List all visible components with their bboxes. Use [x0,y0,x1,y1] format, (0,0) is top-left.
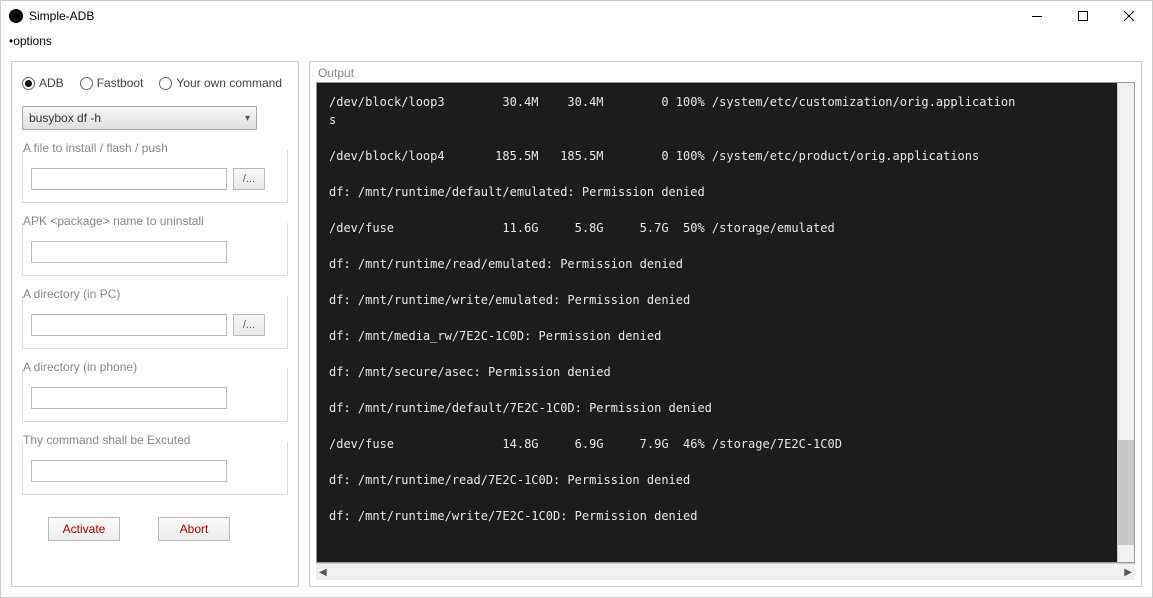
radio-icon [80,77,93,90]
maximize-icon [1078,11,1088,21]
group-cmd [22,442,288,495]
horizontal-scrollbar[interactable]: ◀ ▶ [316,563,1135,580]
group-dir-pc: /... [22,296,288,349]
custom-command-input[interactable] [31,460,227,482]
menu-options[interactable]: options [5,34,56,48]
console-line: df: /mnt/runtime/default/emulated: Permi… [329,183,1105,201]
close-button[interactable] [1106,1,1152,31]
group-dir-phone [22,369,288,422]
console-line: df: /mnt/runtime/write/emulated: Permiss… [329,291,1105,309]
activate-button[interactable]: Activate [48,517,120,541]
group-install: /... [22,150,288,203]
abort-button[interactable]: Abort [158,517,230,541]
minimize-icon [1032,16,1042,17]
radio-icon [159,77,172,90]
output-label: Output [316,66,1135,82]
minimize-button[interactable] [1014,1,1060,31]
console-line: df: /mnt/runtime/write/7E2C-1C0D: Permis… [329,507,1105,525]
console-line: /dev/fuse 11.6G 5.8G 5.7G 50% /storage/e… [329,219,1105,237]
console-line: df: /mnt/runtime/read/emulated: Permissi… [329,255,1105,273]
dropdown-value: busybox df -h [29,111,101,125]
scrollbar-thumb[interactable] [1118,440,1134,545]
mode-radio-group: ADB Fastboot Your own command [22,72,288,98]
install-path-input[interactable] [31,168,227,190]
left-panel: ADB Fastboot Your own command busybox df… [11,61,299,587]
scroll-left-icon: ◀ [319,567,327,578]
console-line: df: /mnt/runtime/read/7E2C-1C0D: Permiss… [329,471,1105,489]
dir-pc-input[interactable] [31,314,227,336]
console-line: df: /mnt/media_rw/7E2C-1C0D: Permission … [329,327,1105,345]
uninstall-package-input[interactable] [31,241,227,263]
radio-label: Fastboot [97,76,144,90]
command-dropdown[interactable]: busybox df -h ▾ [22,106,257,130]
console-line: /dev/block/loop3 30.4M 30.4M 0 100% /sys… [329,93,1105,129]
group-uninstall [22,223,288,276]
console-line: /dev/block/loop4 185.5M 185.5M 0 100% /s… [329,147,1105,165]
menubar: options [1,31,1152,51]
console-line: df: /mnt/runtime/default/7E2C-1C0D: Perm… [329,399,1105,417]
install-browse-button[interactable]: /... [233,168,265,190]
radio-icon [22,77,35,90]
maximize-button[interactable] [1060,1,1106,31]
dir-pc-browse-button[interactable]: /... [233,314,265,336]
close-icon [1124,11,1134,21]
radio-adb[interactable]: ADB [22,76,64,90]
radio-label: ADB [39,76,64,90]
radio-fastboot[interactable]: Fastboot [80,76,144,90]
app-icon [9,9,23,23]
action-row: Activate Abort [22,503,288,541]
scroll-right-icon: ▶ [1124,567,1132,578]
titlebar: Simple-ADB [1,1,1152,31]
console-output: /dev/block/loop3 30.4M 30.4M 0 100% /sys… [317,83,1117,562]
console-line: df: /mnt/secure/asec: Permission denied [329,363,1105,381]
radio-label: Your own command [176,76,282,90]
chevron-down-icon: ▾ [245,113,250,124]
vertical-scrollbar[interactable] [1117,83,1134,562]
window-title: Simple-ADB [29,9,94,23]
radio-own-command[interactable]: Your own command [159,76,282,90]
output-panel: Output /dev/block/loop3 30.4M 30.4M 0 10… [309,61,1142,587]
dir-phone-input[interactable] [31,387,227,409]
console-line: /dev/fuse 14.8G 6.9G 7.9G 46% /storage/7… [329,435,1105,453]
